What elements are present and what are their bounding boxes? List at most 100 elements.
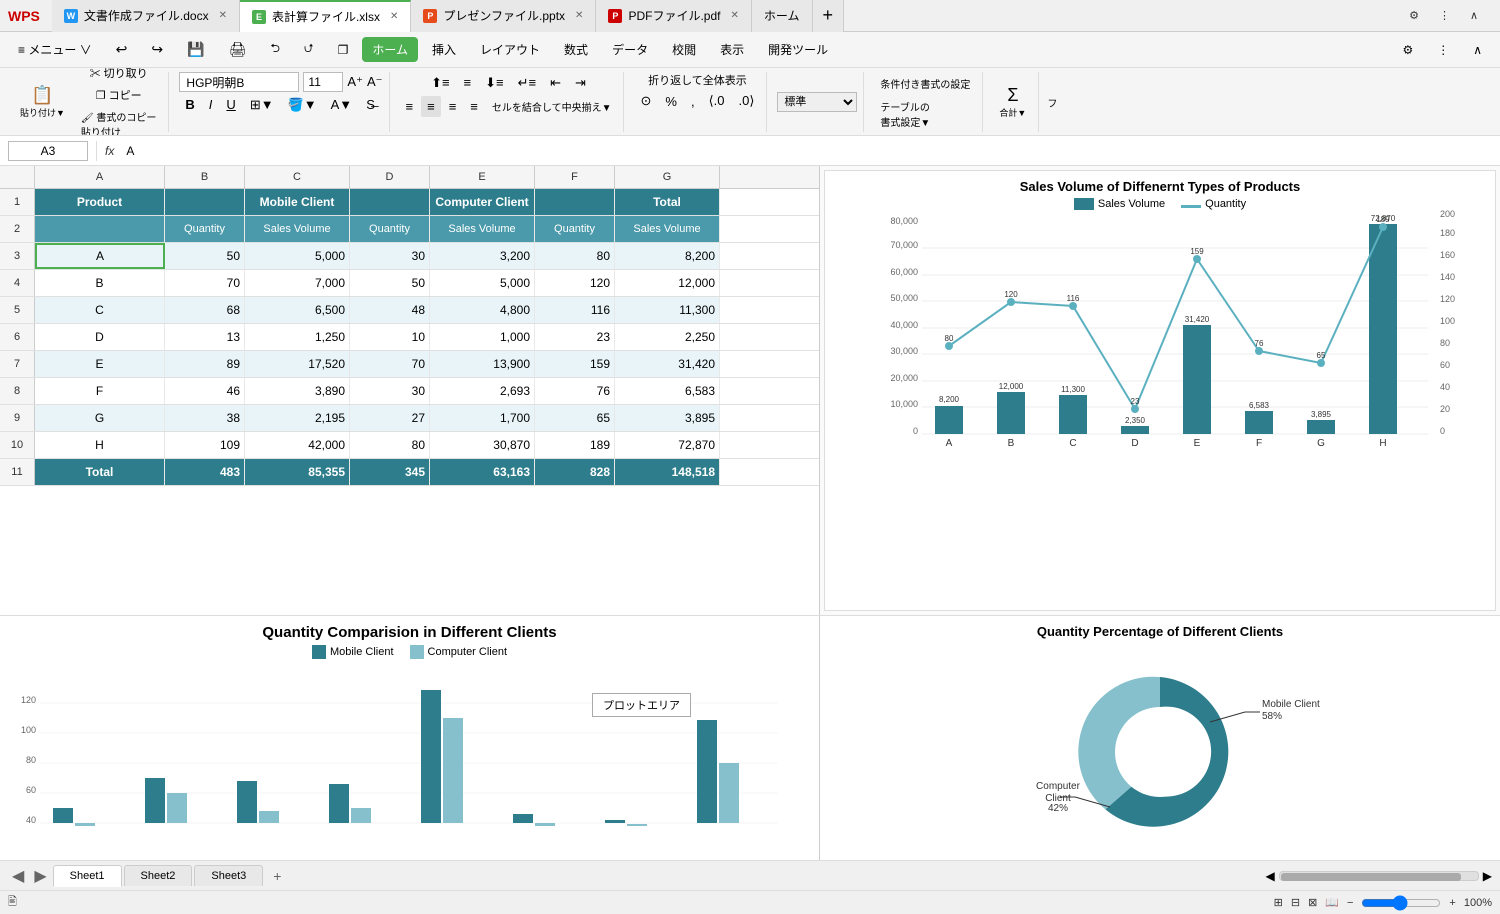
wrap-text-btn[interactable]: ↵≡ xyxy=(512,72,542,94)
align-top-btn[interactable]: ⬆≡ xyxy=(425,72,455,94)
number-format-btn[interactable]: ⊙ xyxy=(634,90,657,112)
font-grow-btn[interactable]: A⁺ xyxy=(347,74,363,90)
cell-a10[interactable]: H xyxy=(35,432,165,458)
paste-btn[interactable]: 📋 貼り付け▼ xyxy=(14,84,71,121)
cell-d4[interactable]: 50 xyxy=(350,270,430,296)
cell-e1[interactable]: Computer Client xyxy=(430,189,535,215)
cell-g1[interactable]: Total xyxy=(615,189,720,215)
scroll-left-btn[interactable]: ◀ xyxy=(8,866,28,886)
cell-g5[interactable]: 11,300 xyxy=(615,297,720,323)
format-copy-btn[interactable]: 🖌 書式のコピー貼り付け xyxy=(75,107,162,136)
align-mid-btn[interactable]: ≡ xyxy=(458,72,478,94)
redo2[interactable]: ⮍ xyxy=(294,35,324,64)
menu-view[interactable]: 表示 xyxy=(710,37,754,62)
cell-f2[interactable]: Quantity xyxy=(535,216,615,242)
cell-d5[interactable]: 48 xyxy=(350,297,430,323)
italic-btn[interactable]: I xyxy=(203,94,219,116)
cell-f3[interactable]: 80 xyxy=(535,243,615,269)
cell-b5[interactable]: 68 xyxy=(165,297,245,323)
align-right-btn[interactable]: ≡ xyxy=(443,96,463,117)
cell-e8[interactable]: 2,693 xyxy=(430,378,535,404)
toolbar-undo[interactable]: ↩ xyxy=(106,37,138,62)
scroll-right-icon[interactable]: ▶ xyxy=(1483,869,1492,883)
font-size-input[interactable] xyxy=(303,72,343,92)
cell-d7[interactable]: 70 xyxy=(350,351,430,377)
cell-f5[interactable]: 116 xyxy=(535,297,615,323)
cell-c9[interactable]: 2,195 xyxy=(245,405,350,431)
menu-review[interactable]: 校閲 xyxy=(662,37,706,62)
cell-f10[interactable]: 189 xyxy=(535,432,615,458)
cell-a9[interactable]: G xyxy=(35,405,165,431)
tab-doc-close[interactable]: ✕ xyxy=(219,10,227,21)
col-header-g[interactable]: G xyxy=(615,166,720,188)
tab-pdf-close[interactable]: ✕ xyxy=(730,10,738,21)
cell-c10[interactable]: 42,000 xyxy=(245,432,350,458)
cell-e9[interactable]: 1,700 xyxy=(430,405,535,431)
cell-f7[interactable]: 159 xyxy=(535,351,615,377)
align-justify-btn[interactable]: ≡ xyxy=(464,96,484,117)
view-normal-btn[interactable]: ⊞ xyxy=(1274,896,1283,909)
cell-e6[interactable]: 1,000 xyxy=(430,324,535,350)
cell-f8[interactable]: 76 xyxy=(535,378,615,404)
tab-doc[interactable]: W 文書作成ファイル.docx ✕ xyxy=(52,0,240,32)
merge-center-btn[interactable]: セルを結合して中央揃え▼ xyxy=(486,96,618,117)
cell-g2[interactable]: Sales Volume xyxy=(615,216,720,242)
more-tools[interactable]: フ xyxy=(1043,95,1061,110)
cell-g10[interactable]: 72,870 xyxy=(615,432,720,458)
cell-e4[interactable]: 5,000 xyxy=(430,270,535,296)
copy-format[interactable]: ❐ xyxy=(328,39,359,61)
conditional-format-btn[interactable]: 条件付き書式の設定 xyxy=(874,73,976,94)
cell-reference[interactable] xyxy=(8,141,88,161)
settings-btn[interactable]: ⚙ xyxy=(1392,39,1423,61)
menu-formula[interactable]: 数式 xyxy=(554,37,598,62)
sheet-tab-3[interactable]: Sheet3 xyxy=(194,865,263,886)
cell-d6[interactable]: 10 xyxy=(350,324,430,350)
toolbar-print[interactable]: 🖨 xyxy=(219,37,257,62)
cell-a2[interactable] xyxy=(35,216,165,242)
align-bot-btn[interactable]: ⬇≡ xyxy=(479,72,509,94)
sheet-tab-2[interactable]: Sheet2 xyxy=(124,865,193,886)
cell-b6[interactable]: 13 xyxy=(165,324,245,350)
view-break-btn[interactable]: ⊠ xyxy=(1308,896,1317,909)
comma-btn[interactable]: , xyxy=(685,91,701,112)
cell-f4[interactable]: 120 xyxy=(535,270,615,296)
zoom-slider[interactable] xyxy=(1361,895,1441,911)
cell-b10[interactable]: 109 xyxy=(165,432,245,458)
tab-ppt-close[interactable]: ✕ xyxy=(575,10,583,21)
cell-c11[interactable]: 85,355 xyxy=(245,459,350,485)
cell-d8[interactable]: 30 xyxy=(350,378,430,404)
view-read-btn[interactable]: 📖 xyxy=(1325,896,1339,909)
cell-a3[interactable]: A xyxy=(35,243,165,269)
cell-g6[interactable]: 2,250 xyxy=(615,324,720,350)
col-header-d[interactable]: D xyxy=(350,166,430,188)
cell-b4[interactable]: 70 xyxy=(165,270,245,296)
cell-d9[interactable]: 27 xyxy=(350,405,430,431)
cell-b1[interactable] xyxy=(165,189,245,215)
toolbar-save[interactable]: 💾 xyxy=(177,37,214,62)
border-btn[interactable]: ⊞▼ xyxy=(244,94,280,116)
cell-d11[interactable]: 345 xyxy=(350,459,430,485)
cell-g11[interactable]: 148,518 xyxy=(615,459,720,485)
cell-c1[interactable]: Mobile Client xyxy=(245,189,350,215)
undo2[interactable]: ⮌ xyxy=(260,35,290,64)
cell-a5[interactable]: C xyxy=(35,297,165,323)
font-color-btn[interactable]: A▼ xyxy=(325,94,359,116)
cell-g8[interactable]: 6,583 xyxy=(615,378,720,404)
increase-decimal-btn[interactable]: ⟨.0 xyxy=(703,90,731,112)
menu-menu[interactable]: ≡ メニュー ∨ xyxy=(8,37,102,62)
cell-b11[interactable]: 483 xyxy=(165,459,245,485)
cell-c2[interactable]: Sales Volume xyxy=(245,216,350,242)
cell-e3[interactable]: 3,200 xyxy=(430,243,535,269)
number-format-select[interactable]: 標準 xyxy=(777,92,857,112)
cell-a8[interactable]: F xyxy=(35,378,165,404)
table-format-btn[interactable]: テーブルの書式設定▼ xyxy=(874,96,976,132)
cell-a4[interactable]: B xyxy=(35,270,165,296)
more-icon[interactable]: ⋮ xyxy=(1433,7,1456,24)
bold-btn[interactable]: B xyxy=(179,94,200,116)
cell-d3[interactable]: 30 xyxy=(350,243,430,269)
cell-g7[interactable]: 31,420 xyxy=(615,351,720,377)
strikethrough-btn[interactable]: S̶ xyxy=(360,94,381,116)
cell-d10[interactable]: 80 xyxy=(350,432,430,458)
tab-add[interactable]: + xyxy=(813,0,845,32)
cell-d1[interactable] xyxy=(350,189,430,215)
